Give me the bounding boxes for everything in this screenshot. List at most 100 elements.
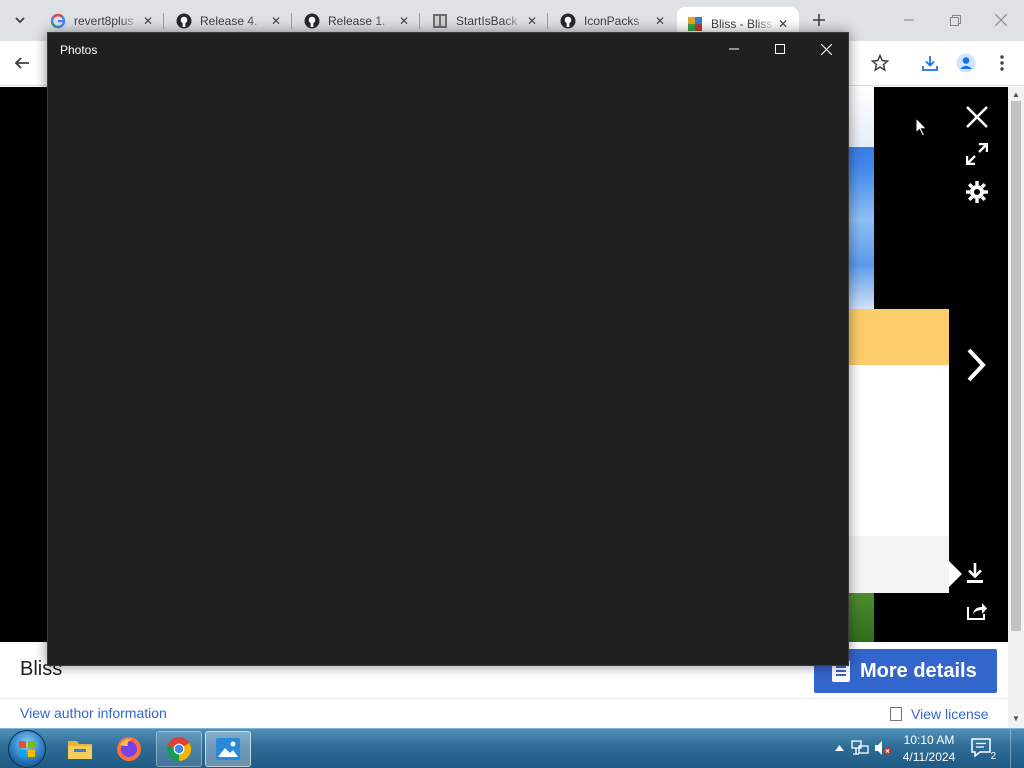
download-image-button[interactable] [960,558,990,588]
tab-title: revert8plus [74,13,134,28]
taskbar-firefox[interactable] [106,731,152,767]
firefox-icon [117,737,141,761]
arrow-left-icon [14,57,29,69]
photos-window[interactable]: Photos [47,32,849,666]
show-desktop-button[interactable] [1010,729,1024,768]
close-tab-icon[interactable]: ✕ [652,13,668,29]
plus-icon [813,14,825,26]
browser-menu-button[interactable] [988,49,1016,77]
more-details-label: More details [860,659,977,682]
profile-button[interactable] [952,49,980,77]
fullscreen-button[interactable] [962,139,992,169]
tab-title: IconPacks [584,13,640,28]
close-tab-icon[interactable]: ✕ [524,13,540,29]
photos-minimize-button[interactable] [711,33,757,65]
clock-date: 4/11/2024 [902,750,956,764]
close-tab-icon[interactable]: ✕ [140,13,156,29]
viewer-panel-footer [848,536,949,593]
kebab-menu-icon [1000,55,1004,71]
tab-title: Bliss - Bliss [711,17,773,31]
download-icon [967,563,983,583]
maximize-icon [775,44,785,54]
tab-search-button[interactable] [8,8,32,32]
license-link[interactable]: View license [890,706,989,722]
close-icon [995,14,1007,26]
minimize-icon [904,19,914,21]
share-image-button[interactable] [962,596,992,626]
close-icon [966,106,988,128]
chevron-up-icon [834,745,844,751]
author-info-link[interactable]: View author information [20,705,167,721]
windows-logo-icon [19,741,35,757]
scroll-down-icon[interactable]: ▼ [1012,715,1020,723]
browser-tab[interactable]: StartIsBack ✕ [422,7,548,34]
taskbar-photos[interactable] [205,731,251,767]
photos-close-button[interactable] [803,33,849,65]
close-tab-icon[interactable]: ✕ [268,13,284,29]
viewer-panel [848,365,949,593]
divider [0,698,1008,699]
photos-maximize-button[interactable] [757,33,803,65]
browser-close-button[interactable] [978,0,1024,40]
tray-overflow-button[interactable] [830,739,848,757]
tab-separator [419,13,420,29]
scroll-up-icon[interactable]: ▲ [1012,91,1020,99]
viewer-settings-button[interactable] [962,177,992,207]
file-explorer-icon [68,741,92,759]
avatar-icon [956,53,976,73]
tray-network[interactable] [851,739,869,757]
next-image-button[interactable] [960,345,992,385]
browser-minimize-button[interactable] [886,0,932,40]
downloads-button[interactable] [916,49,944,77]
clock-time: 10:10 AM [903,733,955,747]
github-icon [304,13,320,29]
browser-tab[interactable]: IconPacks ✕ [550,7,676,34]
browser-tab[interactable]: revert8plus ✕ [40,7,164,34]
browser-tab[interactable]: Release 4. ✕ [166,7,292,34]
photos-icon [216,738,240,760]
system-clock[interactable]: 10:10 AM 4/11/2024 [896,732,962,766]
gear-icon [966,181,988,203]
back-button[interactable] [8,49,36,77]
tab-title: Release 4. [200,13,258,28]
wikimedia-commons-icon [687,16,703,32]
bookmark-button[interactable] [866,49,894,77]
close-icon [820,43,832,55]
tray-volume[interactable] [874,739,892,757]
chevron-right-icon [967,348,986,382]
tab-separator [547,13,548,29]
browser-restore-button[interactable] [932,0,978,40]
start-button[interactable] [8,730,46,768]
browser-tab[interactable]: Release 1. ✕ [294,7,420,34]
network-icon [851,740,869,755]
scrollbar-thumb[interactable] [1011,101,1021,631]
github-icon [560,13,576,29]
share-icon [967,603,987,620]
mouse-cursor-icon [915,117,928,137]
taskbar-file-explorer[interactable] [57,731,103,767]
close-tab-icon[interactable]: ✕ [775,16,791,32]
startisback-icon [432,13,448,29]
taskbar: 10:10 AM 4/11/2024 2 [0,728,1024,768]
bookmark-icon [890,707,902,721]
window-title: Photos [60,43,98,57]
minimize-icon [729,48,739,50]
close-viewer-button[interactable] [962,102,992,132]
action-center-button[interactable]: 2 [970,737,996,762]
google-icon [50,13,66,29]
bliss-image-clouds [848,87,874,147]
notification-icon [971,738,991,758]
close-tab-icon[interactable]: ✕ [396,13,412,29]
expand-icon [966,143,988,165]
page-scrollbar[interactable]: ▲ ▼ [1008,87,1024,728]
chrome-icon [167,737,192,761]
star-icon [871,54,889,72]
license-link-label: View license [911,706,989,722]
restore-icon [949,14,961,26]
new-tab-button[interactable] [808,9,830,31]
taskbar-chrome[interactable] [156,731,202,767]
viewer-panel-header [848,309,949,365]
volume-muted-icon [875,741,891,755]
tab-separator [291,13,292,29]
tab-separator [163,13,164,29]
